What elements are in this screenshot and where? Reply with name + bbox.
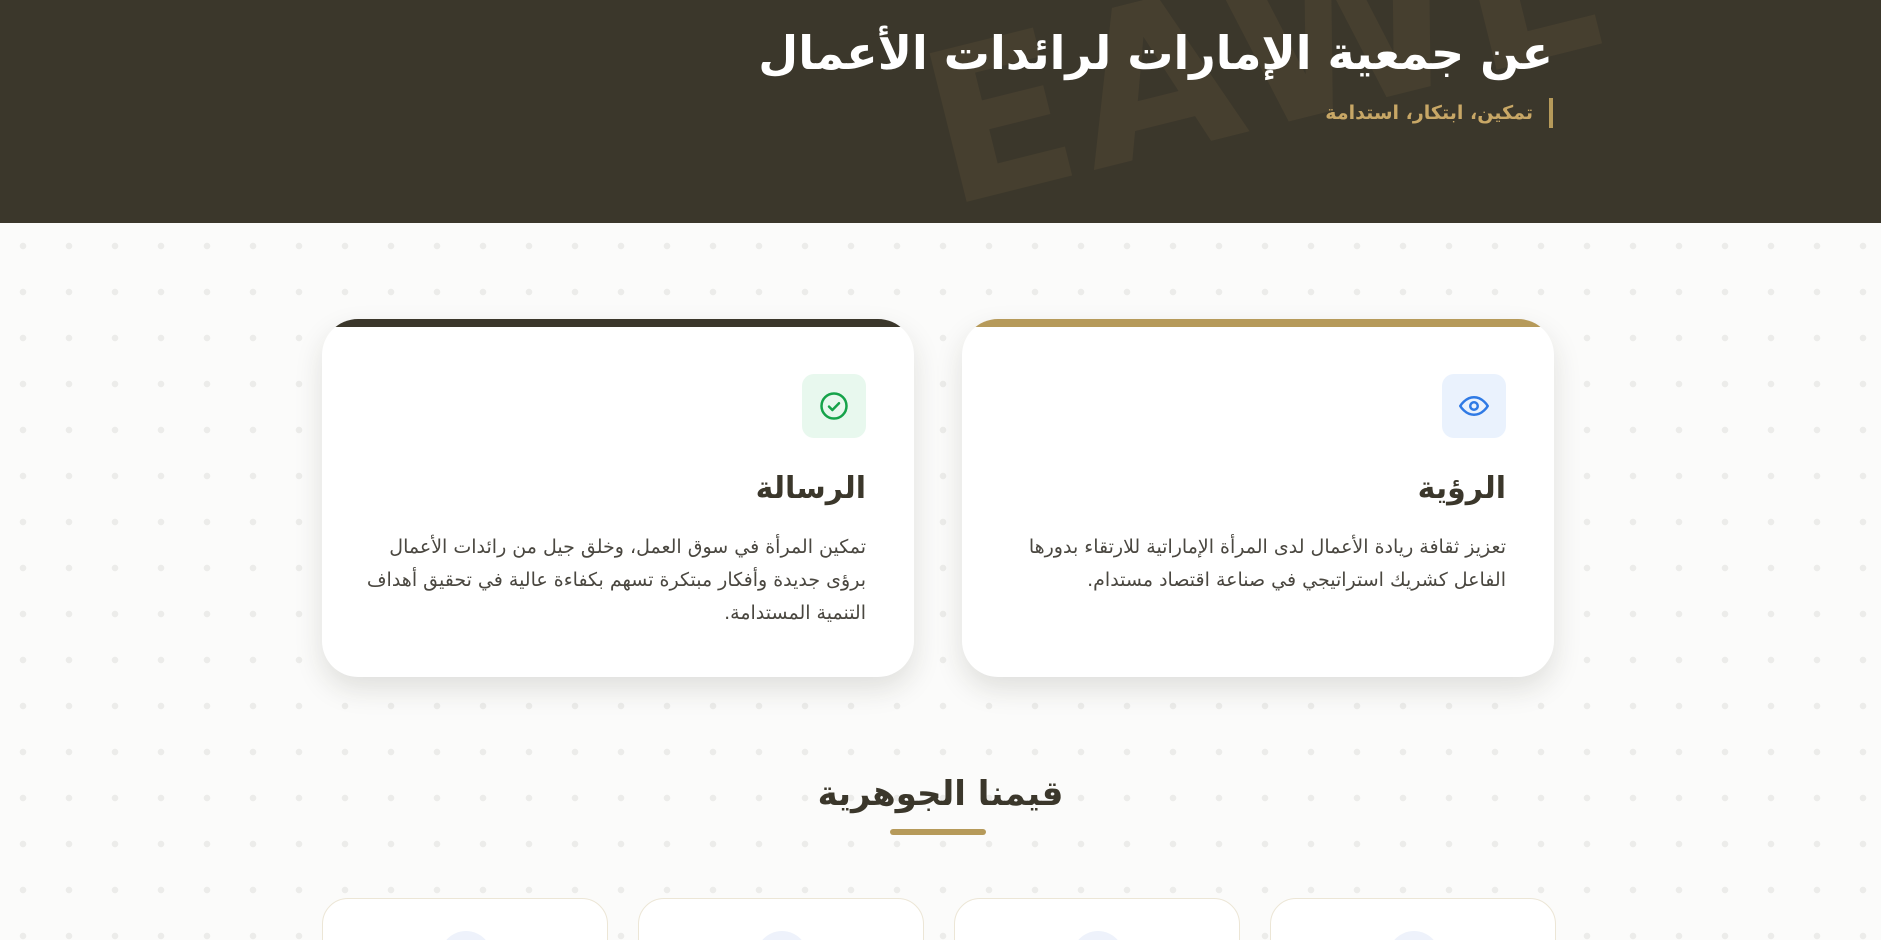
value-card	[954, 898, 1240, 940]
value-icon	[1388, 931, 1440, 940]
page-tagline: تمكين، ابتكار، استدامة	[1325, 98, 1553, 128]
vision-title: الرؤية	[1417, 471, 1506, 506]
value-card	[638, 898, 924, 940]
mission-card: الرسالة تمكين المرأة في سوق العمل، وخلق …	[322, 319, 914, 677]
value-icon	[440, 931, 492, 940]
check-circle-icon	[802, 374, 866, 438]
value-icon	[1072, 931, 1124, 940]
mission-text: تمكين المرأة في سوق العمل، وخلق جيل من ر…	[366, 536, 866, 624]
page-hero: EAWE عن جمعية الإمارات لرائدات الأعمال ت…	[0, 0, 1881, 223]
value-card	[322, 898, 608, 940]
page-title: عن جمعية الإمارات لرائدات الأعمال	[758, 26, 1553, 80]
values-underline	[890, 829, 986, 835]
value-icon	[756, 931, 808, 940]
values-title: قيمنا الجوهرية	[817, 774, 1064, 814]
mission-title: الرسالة	[755, 471, 866, 506]
value-card	[1270, 898, 1556, 940]
vision-text: تعزيز ثقافة ريادة الأعمال لدى المرأة الإ…	[1028, 536, 1506, 591]
vision-card: الرؤية تعزيز ثقافة ريادة الأعمال لدى الم…	[962, 319, 1554, 677]
eye-icon	[1442, 374, 1506, 438]
